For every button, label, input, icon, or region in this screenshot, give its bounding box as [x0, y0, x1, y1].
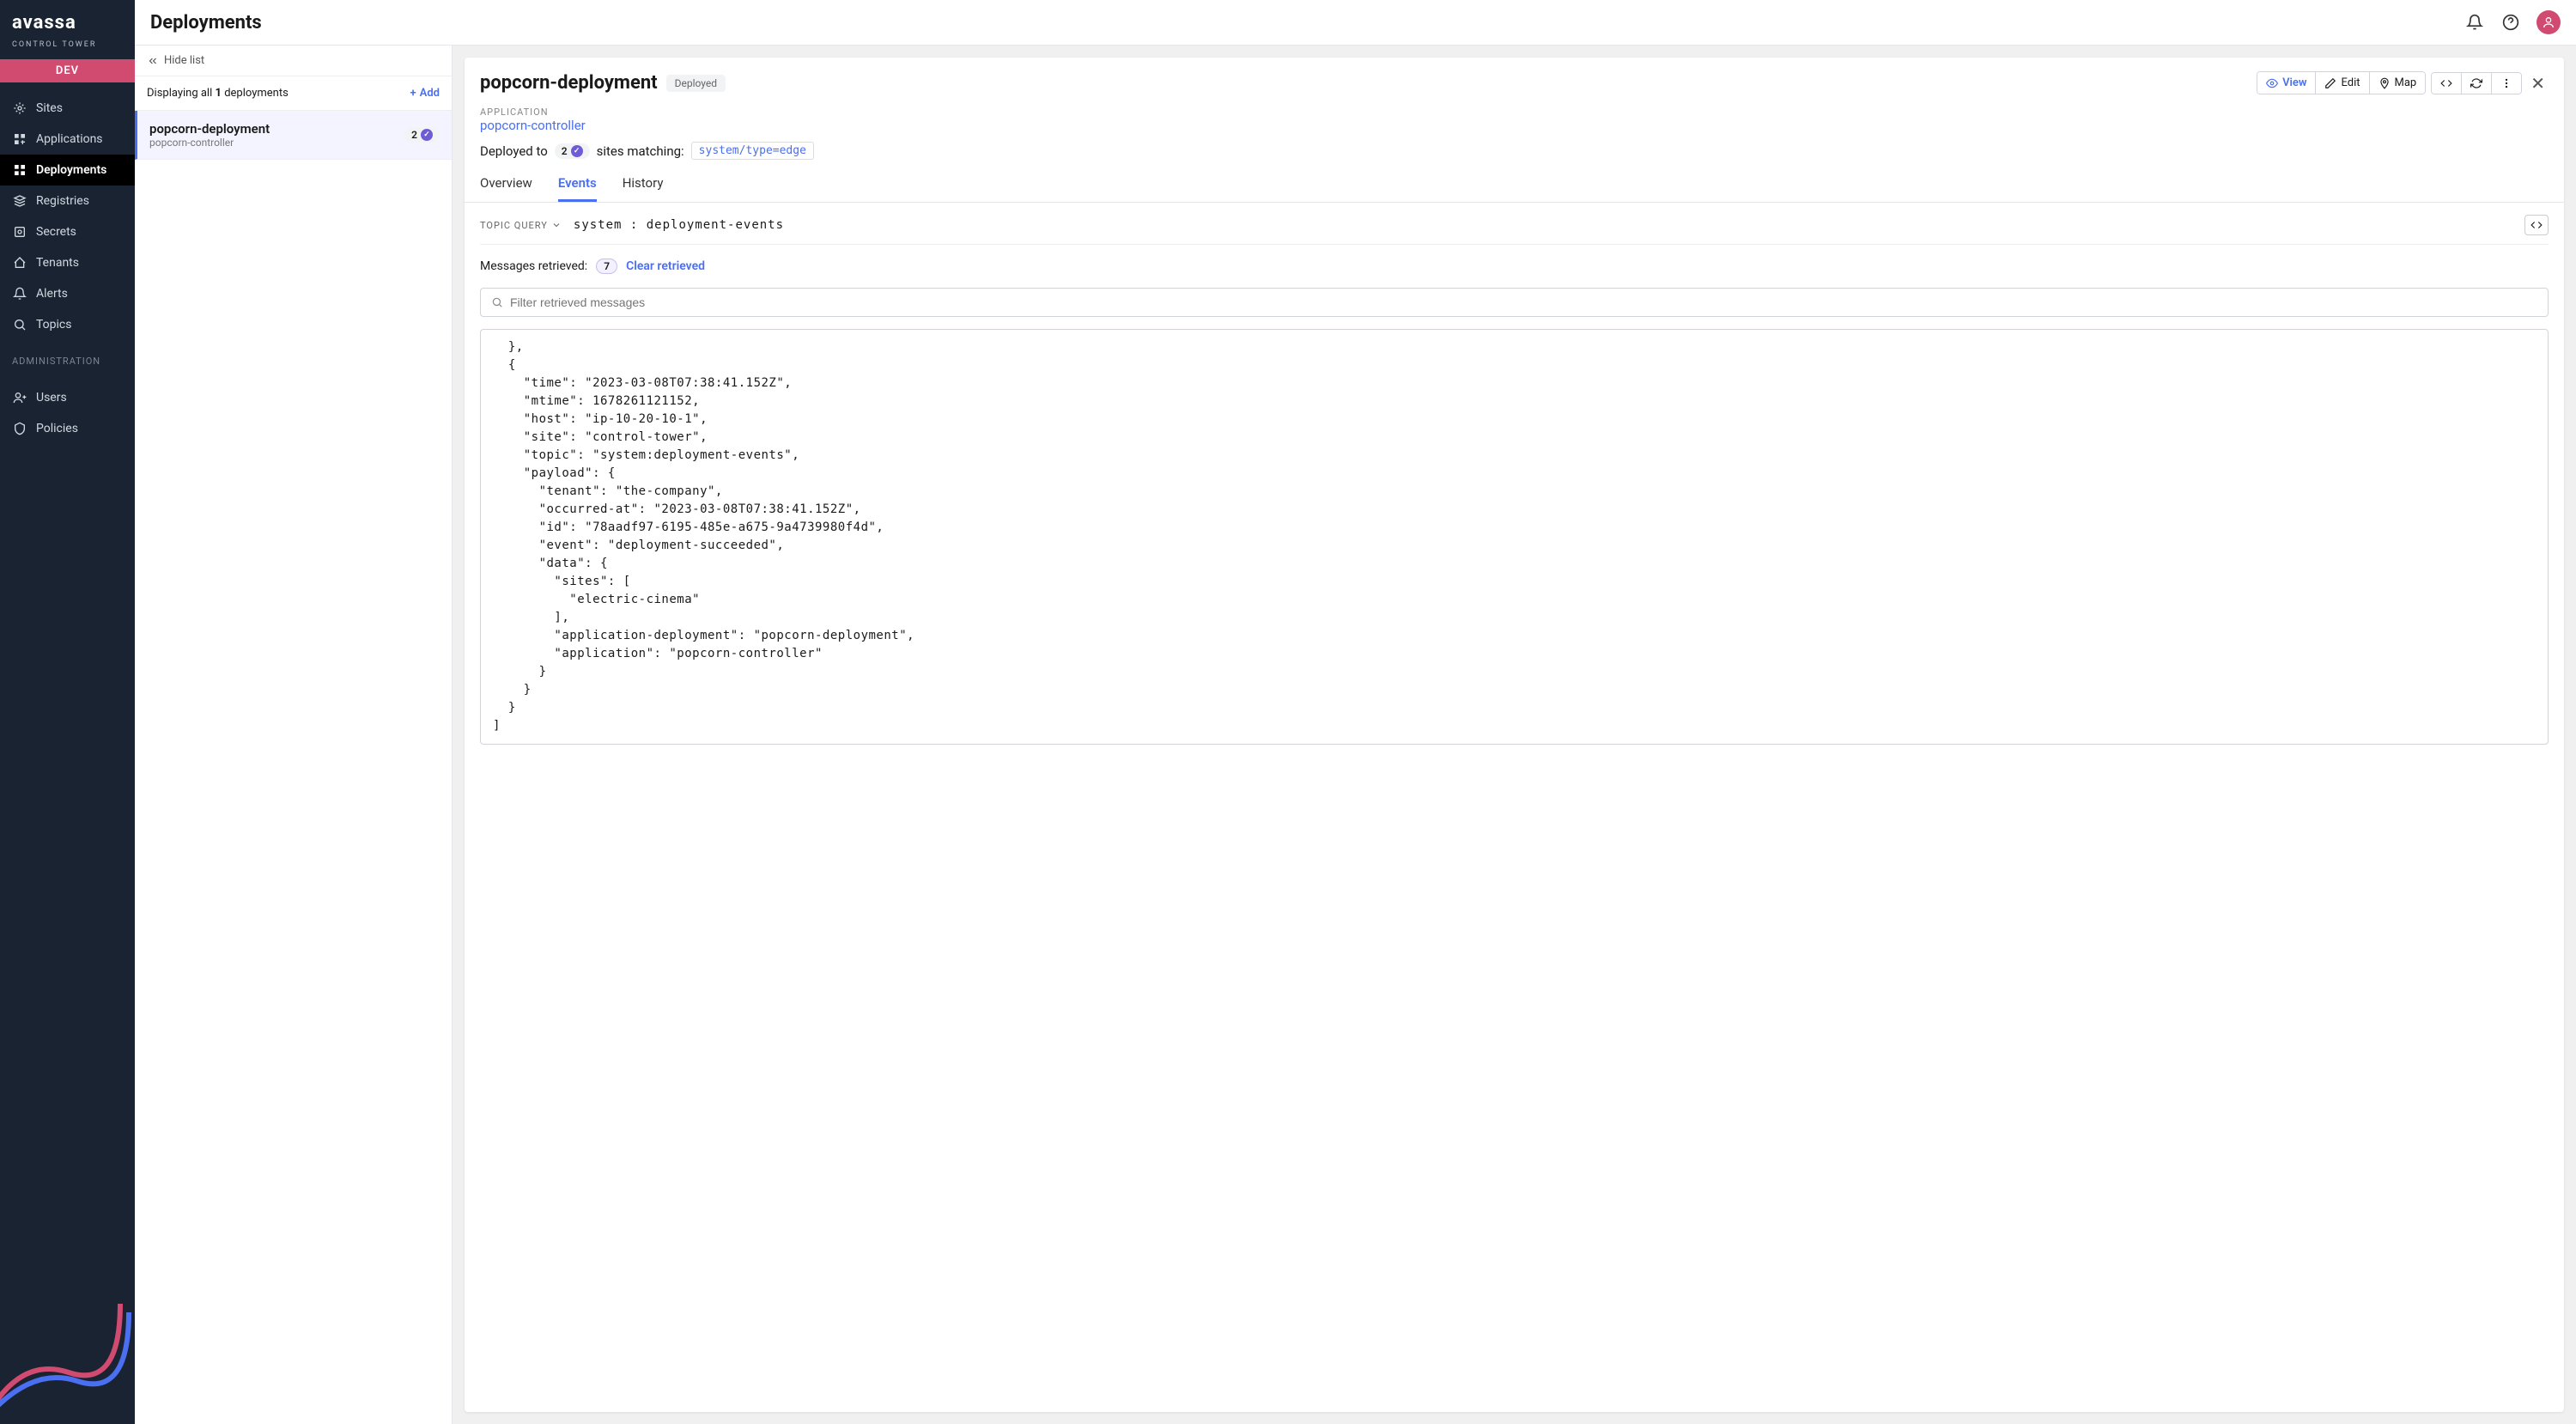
- pencil-icon: [2324, 77, 2336, 89]
- detail-panel: popcorn-deployment Deployed View: [465, 58, 2564, 1412]
- detail-header: popcorn-deployment Deployed View: [465, 58, 2564, 160]
- detail-title: popcorn-deployment: [480, 72, 658, 94]
- sites-icon: [12, 100, 27, 116]
- list-panel: Hide list Displaying all 1 deployments +…: [135, 46, 453, 1424]
- topbar: Deployments: [135, 0, 2576, 46]
- search-icon: [491, 296, 503, 308]
- registry-icon: [12, 193, 27, 209]
- brand-subtitle: CONTROL TOWER: [0, 40, 135, 59]
- deploy-icon: [12, 162, 27, 178]
- users-icon: [12, 390, 27, 405]
- sidebar-item-label: Policies: [36, 422, 78, 435]
- code-toggle-button[interactable]: [2432, 73, 2462, 94]
- plus-icon: +: [410, 87, 416, 100]
- topbar-actions: [2464, 10, 2561, 34]
- nav-main: Sites Applications Deployments Registrie…: [0, 93, 135, 340]
- alerts-icon: [12, 286, 27, 301]
- close-button[interactable]: ✕: [2527, 73, 2549, 94]
- decorative-swirl: [0, 1269, 135, 1424]
- check-icon: ✓: [571, 145, 583, 157]
- sidebar-item-tenants[interactable]: Tenants: [0, 247, 135, 278]
- deployed-count-badge: 2 ✓: [555, 143, 590, 159]
- sidebar-item-label: Topics: [36, 318, 71, 332]
- retrieved-row: Messages retrieved: 7 Clear retrieved: [480, 259, 2549, 274]
- sidebar-item-users[interactable]: Users: [0, 382, 135, 413]
- list-count-text: Displaying all 1 deployments: [147, 87, 289, 100]
- notifications-icon[interactable]: [2464, 12, 2485, 33]
- status-pill: Deployed: [666, 75, 726, 92]
- app-name-link[interactable]: popcorn-controller: [480, 118, 2549, 133]
- env-badge: DEV: [0, 59, 135, 82]
- hide-list-toggle[interactable]: Hide list: [135, 46, 452, 76]
- add-label: Add: [420, 87, 440, 100]
- check-icon: ✓: [421, 129, 433, 141]
- topic-query-value: system : deployment-events: [574, 218, 784, 232]
- map-pin-icon: [2379, 77, 2391, 89]
- sidebar-item-topics[interactable]: Topics: [0, 309, 135, 340]
- add-button[interactable]: + Add: [410, 87, 440, 100]
- sidebar-item-sites[interactable]: Sites: [0, 93, 135, 124]
- sidebar-item-applications[interactable]: Applications: [0, 124, 135, 155]
- brand-logo: avassa: [0, 0, 135, 40]
- sidebar-item-secrets[interactable]: Secrets: [0, 216, 135, 247]
- user-avatar[interactable]: [2537, 10, 2561, 34]
- apps-icon: [12, 131, 27, 147]
- list-item-badge: 2 ✓: [404, 127, 440, 143]
- deployed-summary: Deployed to 2 ✓ sites matching: system/t…: [480, 142, 2549, 160]
- help-icon[interactable]: [2500, 12, 2521, 33]
- list-item-subtitle: popcorn-controller: [149, 137, 270, 149]
- sidebar-item-alerts[interactable]: Alerts: [0, 278, 135, 309]
- list-item-title: popcorn-deployment: [149, 121, 270, 137]
- more-button[interactable]: [2492, 73, 2521, 94]
- filter-input[interactable]: [510, 295, 2537, 309]
- content-split: Hide list Displaying all 1 deployments +…: [135, 46, 2576, 1424]
- main-area: Deployments Hide list Displaying all 1: [135, 0, 2576, 1424]
- sidebar-item-policies[interactable]: Policies: [0, 413, 135, 444]
- detail-actions: View Edit Map: [2257, 71, 2549, 94]
- topic-query-toggle[interactable]: TOPIC QUERY: [480, 220, 562, 231]
- code-view-button[interactable]: [2524, 215, 2549, 235]
- tenants-icon: [12, 255, 27, 271]
- refresh-button[interactable]: [2462, 73, 2492, 94]
- secret-icon: [12, 224, 27, 240]
- match-expression: system/type=edge: [691, 142, 814, 160]
- topics-icon: [12, 317, 27, 332]
- sidebar-item-label: Alerts: [36, 287, 68, 301]
- nav-admin-label: ADMINISTRATION: [0, 340, 135, 372]
- sidebar-item-label: Tenants: [36, 256, 79, 270]
- detail-tabs: Overview Events History: [465, 160, 2564, 203]
- nav-admin: Users Policies: [0, 382, 135, 444]
- retrieved-label: Messages retrieved:: [480, 259, 587, 273]
- event-log[interactable]: }, { "time": "2023-03-08T07:38:41.152Z",…: [480, 329, 2549, 745]
- page-title: Deployments: [150, 12, 262, 33]
- sidebar-item-deployments[interactable]: Deployments: [0, 155, 135, 186]
- edit-button[interactable]: Edit: [2316, 72, 2369, 94]
- policies-icon: [12, 421, 27, 436]
- filter-input-wrapper[interactable]: [480, 288, 2549, 317]
- chevron-left-icon: [147, 55, 159, 67]
- sidebar-item-label: Registries: [36, 194, 89, 208]
- hide-list-label: Hide list: [164, 54, 204, 67]
- events-body: TOPIC QUERY system : deployment-events M…: [465, 203, 2564, 1412]
- tab-overview[interactable]: Overview: [480, 175, 532, 202]
- sidebar-item-registries[interactable]: Registries: [0, 186, 135, 216]
- list-header: Displaying all 1 deployments + Add: [135, 76, 452, 111]
- sidebar-item-label: Users: [36, 391, 67, 405]
- sidebar: avassa CONTROL TOWER DEV Sites Applicati…: [0, 0, 135, 1424]
- app-section-label: APPLICATION: [480, 106, 2549, 118]
- tab-events[interactable]: Events: [558, 175, 597, 202]
- sidebar-item-label: Secrets: [36, 225, 76, 239]
- chevron-down-icon: [551, 220, 562, 230]
- sidebar-item-label: Deployments: [36, 163, 106, 177]
- clear-retrieved-button[interactable]: Clear retrieved: [626, 259, 705, 273]
- sidebar-item-label: Sites: [36, 101, 63, 115]
- retrieved-count: 7: [596, 259, 617, 274]
- map-button[interactable]: Map: [2370, 72, 2426, 94]
- eye-icon: [2266, 77, 2278, 89]
- list-item[interactable]: popcorn-deployment popcorn-controller 2 …: [135, 111, 452, 160]
- view-button[interactable]: View: [2257, 72, 2316, 94]
- tab-history[interactable]: History: [623, 175, 664, 202]
- topic-query-row: TOPIC QUERY system : deployment-events: [480, 215, 2549, 245]
- sidebar-item-label: Applications: [36, 132, 103, 146]
